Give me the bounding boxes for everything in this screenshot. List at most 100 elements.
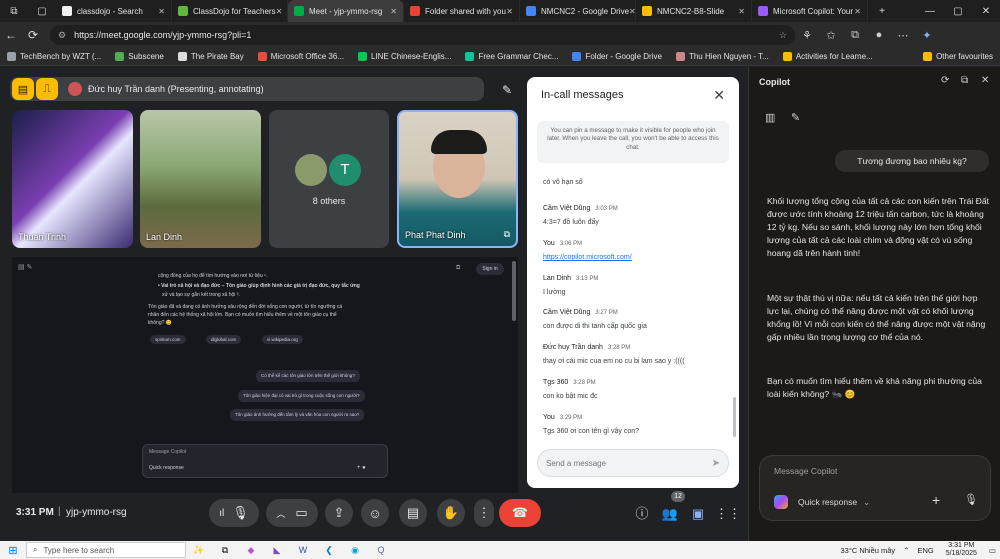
send-message-input[interactable] [546, 458, 712, 468]
taskbar-search[interactable]: ⌕ Type here to search [26, 542, 186, 558]
windows-start-icon[interactable]: ⊞ [0, 544, 26, 557]
refresh-icon[interactable]: ⟳ [941, 75, 949, 86]
profile-avatar[interactable]: ● [867, 29, 891, 41]
visual-studio-icon[interactable]: ◣ [264, 542, 290, 558]
info-icon[interactable]: ⓘ [631, 503, 653, 525]
widgets-icon[interactable]: ✨ [186, 542, 212, 558]
browser-tab[interactable]: Folder shared with you ✕ [404, 0, 520, 22]
reload-button[interactable]: ⟳ [22, 28, 44, 42]
browser-tab[interactable]: classdojo - Search ✕ [56, 0, 172, 22]
workspaces-icon[interactable]: ⧉ [0, 6, 28, 17]
participant-tile-lan-dinh[interactable]: Lan Dinh [140, 110, 261, 248]
close-tab-icon[interactable]: ✕ [738, 7, 745, 16]
captions-button[interactable]: ▤ [399, 499, 427, 527]
bookmark-item[interactable]: Folder - Google Drive [565, 52, 668, 61]
favorites-icon[interactable]: ✩ [819, 29, 843, 42]
task-view-icon[interactable]: ⧉ [212, 542, 238, 558]
bookmark-favicon-icon [257, 52, 267, 61]
participant-tile-phat-phat-dinh[interactable]: Phat Phat Dinh ⧉ [397, 110, 518, 248]
copilot-icon[interactable]: ✦ [915, 29, 939, 42]
tab-actions-icon[interactable]: ▢ [28, 6, 56, 17]
pip-icon[interactable]: ⧉ [504, 229, 510, 240]
edge-icon[interactable]: ◉ [342, 542, 368, 558]
copilot-taskbar-icon[interactable]: ◆ [238, 542, 264, 558]
bookmark-favicon-icon [675, 52, 685, 61]
people-icon[interactable]: 👥 [659, 503, 681, 525]
bookmark-item[interactable]: Thu Hien Nguyen - T... [669, 52, 776, 61]
vscode-icon[interactable]: ❮ [316, 542, 342, 558]
pen-icon[interactable]: ✎ [496, 79, 518, 101]
send-icon[interactable]: ➤ [712, 458, 720, 469]
close-tab-icon[interactable]: ✕ [276, 7, 283, 16]
add-icon[interactable]: + [932, 492, 940, 508]
leave-call-button[interactable]: ☎ [499, 499, 541, 527]
back-button[interactable]: ← [0, 28, 22, 42]
more-menu-icon[interactable]: ⋯ [891, 29, 915, 42]
clock-widget[interactable]: 3:31 PM 5/18/2025 [942, 542, 981, 557]
browser-tab[interactable]: Meet - yjp-ymmo-rsg ✕ [288, 0, 404, 22]
close-window-button[interactable]: ✕ [972, 6, 1000, 17]
chat-link[interactable]: https://copilot.microsoft.com/ [543, 254, 723, 261]
participant-tile-others[interactable]: T 8 others [269, 110, 389, 248]
bookmark-item[interactable]: Activities for Learne... [776, 52, 880, 61]
mic-button[interactable]: ıl 🎙 [209, 499, 259, 527]
presenting-label: Đức huy Trần danh (Presenting, annotatin… [88, 84, 264, 94]
more-options-button[interactable]: ⋮ [474, 499, 494, 527]
copilot-input-placeholder: Message Copilot [774, 466, 838, 476]
other-favourites[interactable]: Other favourites [916, 52, 1000, 61]
maximize-button[interactable]: ▢ [944, 6, 972, 17]
hangup-icon: ☎ [511, 505, 529, 520]
camera-icon: ▭ [295, 505, 308, 520]
extensions-icon[interactable]: ⚘ [795, 29, 819, 42]
emoji-button[interactable]: ☺ [361, 499, 389, 527]
lang-indicator[interactable]: ENG [917, 546, 933, 555]
collections-icon[interactable]: ⧉ [843, 29, 867, 42]
notification-icon[interactable]: ▭ [989, 546, 996, 555]
teams-icon[interactable]: Q [368, 542, 394, 558]
address-bar-row: ← ⟳ ⚙ https://meet.google.com/yjp-ymmo-r… [0, 22, 1000, 48]
sidebar-icon[interactable]: ▥ [765, 111, 775, 124]
present-button[interactable]: ⇪ [325, 499, 353, 527]
word-icon[interactable]: W [290, 542, 316, 558]
close-tab-icon[interactable]: ✕ [506, 7, 513, 16]
browser-tab[interactable]: NMCNC2 - Google Drive ✕ [520, 0, 636, 22]
bookmark-item[interactable]: Free Grammar Chec... [458, 52, 565, 61]
chat-scrollbar[interactable] [733, 397, 736, 437]
participant-tile-thuan-trinh[interactable]: Thuan Trinh [12, 110, 133, 248]
annotate-icon[interactable]: ⎍ [36, 78, 58, 100]
close-icon[interactable]: ✕ [981, 75, 989, 86]
answer-paragraph: Một sự thật thú vị nữa: nếu tất cả kiến … [767, 293, 986, 342]
bookmark-item[interactable]: LINE Chinese-Englis... [351, 52, 458, 61]
quick-response-button[interactable]: Quick response ⌄ [774, 495, 870, 509]
bookmark-item[interactable]: The Pirate Bay [171, 52, 251, 61]
bookmark-favicon-icon [465, 52, 475, 61]
close-tab-icon[interactable]: ✕ [158, 7, 165, 16]
close-icon[interactable]: ✕ [713, 87, 725, 104]
browser-tab[interactable]: NMCNC2-B8-Slide ✕ [636, 0, 752, 22]
bookmark-item[interactable]: Microsoft Office 36... [251, 52, 351, 61]
new-chat-icon[interactable]: ✎ [791, 111, 800, 124]
browser-tab[interactable]: Microsoft Copilot: Your ✕ [752, 0, 868, 22]
present-toggle-icon[interactable]: ▤ [12, 78, 34, 100]
activities-icon[interactable]: ⋮⋮ [715, 503, 741, 525]
bookmark-item[interactable]: TechBench by WZT (... [0, 52, 108, 61]
weather-text[interactable]: 33°C Nhiều mây [840, 546, 895, 555]
star-icon[interactable]: ☆ [779, 30, 787, 41]
minimize-button[interactable]: — [916, 6, 944, 17]
new-tab-button[interactable]: + [868, 6, 896, 17]
raise-hand-button[interactable]: ✋ [437, 499, 465, 527]
tray-arrow-icon[interactable]: ⌃ [903, 546, 909, 555]
browser-tab[interactable]: ClassDojo for Teachers ✕ [172, 0, 288, 22]
close-tab-icon[interactable]: ✕ [629, 7, 635, 16]
site-info-icon[interactable]: ⚙ [58, 30, 66, 41]
camera-button[interactable]: ︿ ▭ [266, 499, 318, 527]
url-box[interactable]: ⚙ https://meet.google.com/yjp-ymmo-rsg?p… [50, 25, 795, 45]
bookmark-item[interactable]: Subscene [108, 52, 171, 61]
chat-icon[interactable]: ▣ [687, 503, 709, 525]
open-external-icon[interactable]: ⧉ [961, 75, 968, 86]
close-tab-icon[interactable]: ✕ [390, 7, 397, 16]
mic-icon[interactable]: 🎙 [964, 493, 978, 506]
close-tab-icon[interactable]: ✕ [854, 7, 861, 16]
copilot-input-box[interactable]: Message Copilot Quick response ⌄ + 🎙 [759, 455, 991, 521]
chat-message: Tgs 360 3:28 PM con ko bật mic đc [543, 379, 598, 400]
